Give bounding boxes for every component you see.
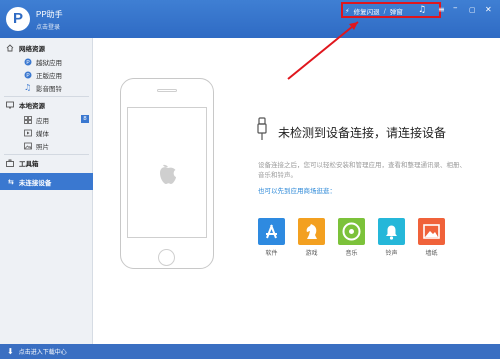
wallpaper-icon: [418, 218, 445, 245]
music-disc-icon: [338, 218, 365, 245]
category-music[interactable]: 音乐: [338, 218, 365, 257]
connect-description: 设备连接之后，您可以轻松安装和管理应用，查看和整理通讯录、相册、音乐和铃声。: [258, 161, 466, 179]
monitor-icon: [6, 101, 14, 109]
divider: [4, 154, 89, 155]
sidebar-item-apps[interactable]: 应用: [0, 113, 93, 126]
category-software[interactable]: 软件: [258, 218, 285, 257]
p-app-icon: P: [24, 58, 32, 66]
status-bar[interactable]: ⬇ 点击进入下载中心: [0, 344, 500, 359]
grid-icon: [24, 115, 32, 124]
sidebar-item-photos[interactable]: 照片: [0, 139, 93, 152]
p-app-icon: P: [24, 71, 32, 79]
download-center-link[interactable]: 点击进入下载中心: [19, 347, 67, 356]
sidebar-item-device[interactable]: ⇆ 未连接设备: [0, 173, 93, 190]
sidebar-item-official-apps[interactable]: P 正版应用: [0, 68, 93, 81]
category-games[interactable]: 游戏: [298, 218, 325, 257]
media-icon: [24, 129, 32, 136]
close-icon[interactable]: ✕: [485, 5, 492, 15]
download-icon: ⬇: [7, 347, 14, 356]
divider: [4, 96, 89, 97]
chess-knight-icon: [298, 218, 325, 245]
sidebar-item-media-ringtones[interactable]: ♫ 影音图铃: [0, 81, 93, 94]
music-icon: ♫: [24, 82, 32, 92]
app-store-icon: [258, 218, 285, 245]
apps-count-badge: 8: [81, 115, 89, 123]
minimize-icon[interactable]: –: [453, 3, 458, 13]
usb-plug-icon: [257, 117, 267, 140]
apple-logo-icon: [160, 164, 176, 184]
login-link[interactable]: 点击登录: [36, 22, 60, 31]
music-icon[interactable]: ♫: [418, 5, 426, 15]
sidebar-item-media[interactable]: 媒体: [0, 126, 93, 139]
phone-home-button: [158, 249, 175, 266]
pp-logo: P: [6, 7, 30, 31]
section-local-resources[interactable]: 本地资源: [0, 98, 93, 112]
app-title: PP助手: [36, 10, 63, 19]
device-icon: ⇆: [8, 177, 14, 186]
sidebar-item-toolbox[interactable]: 工具箱: [0, 156, 93, 170]
bell-icon: [378, 218, 405, 245]
no-device-title: 未检测到设备连接，请连接设备: [278, 126, 447, 140]
toolbox-icon: [6, 159, 14, 167]
store-category-list: 软件 游戏 音乐 铃声 墙纸: [258, 218, 445, 257]
phone-illustration: [120, 78, 214, 269]
title-bar: P PP助手 点击登录 ⚡ 修复闪退 / 弹窗 ♫ ≡ – ▢ ✕: [0, 0, 500, 38]
app-store-link[interactable]: 也可以先到应用商场逛逛：: [258, 185, 336, 195]
home-icon: [6, 44, 14, 52]
maximize-icon[interactable]: ▢: [469, 5, 476, 15]
menu-icon[interactable]: ≡: [438, 5, 445, 15]
phone-speaker: [157, 89, 177, 92]
sidebar: 网络资源 P 越狱应用 P 正版应用 ♫ 影音图铃 本地资源 应用 8 媒体 照…: [0, 38, 93, 344]
category-wallpapers[interactable]: 墙纸: [418, 218, 445, 257]
photo-icon: [24, 142, 32, 149]
category-ringtones[interactable]: 铃声: [378, 218, 405, 257]
sidebar-item-jailbreak-apps[interactable]: P 越狱应用: [0, 55, 93, 68]
section-online-resources[interactable]: 网络资源: [0, 41, 93, 55]
phone-screen: [127, 107, 207, 238]
